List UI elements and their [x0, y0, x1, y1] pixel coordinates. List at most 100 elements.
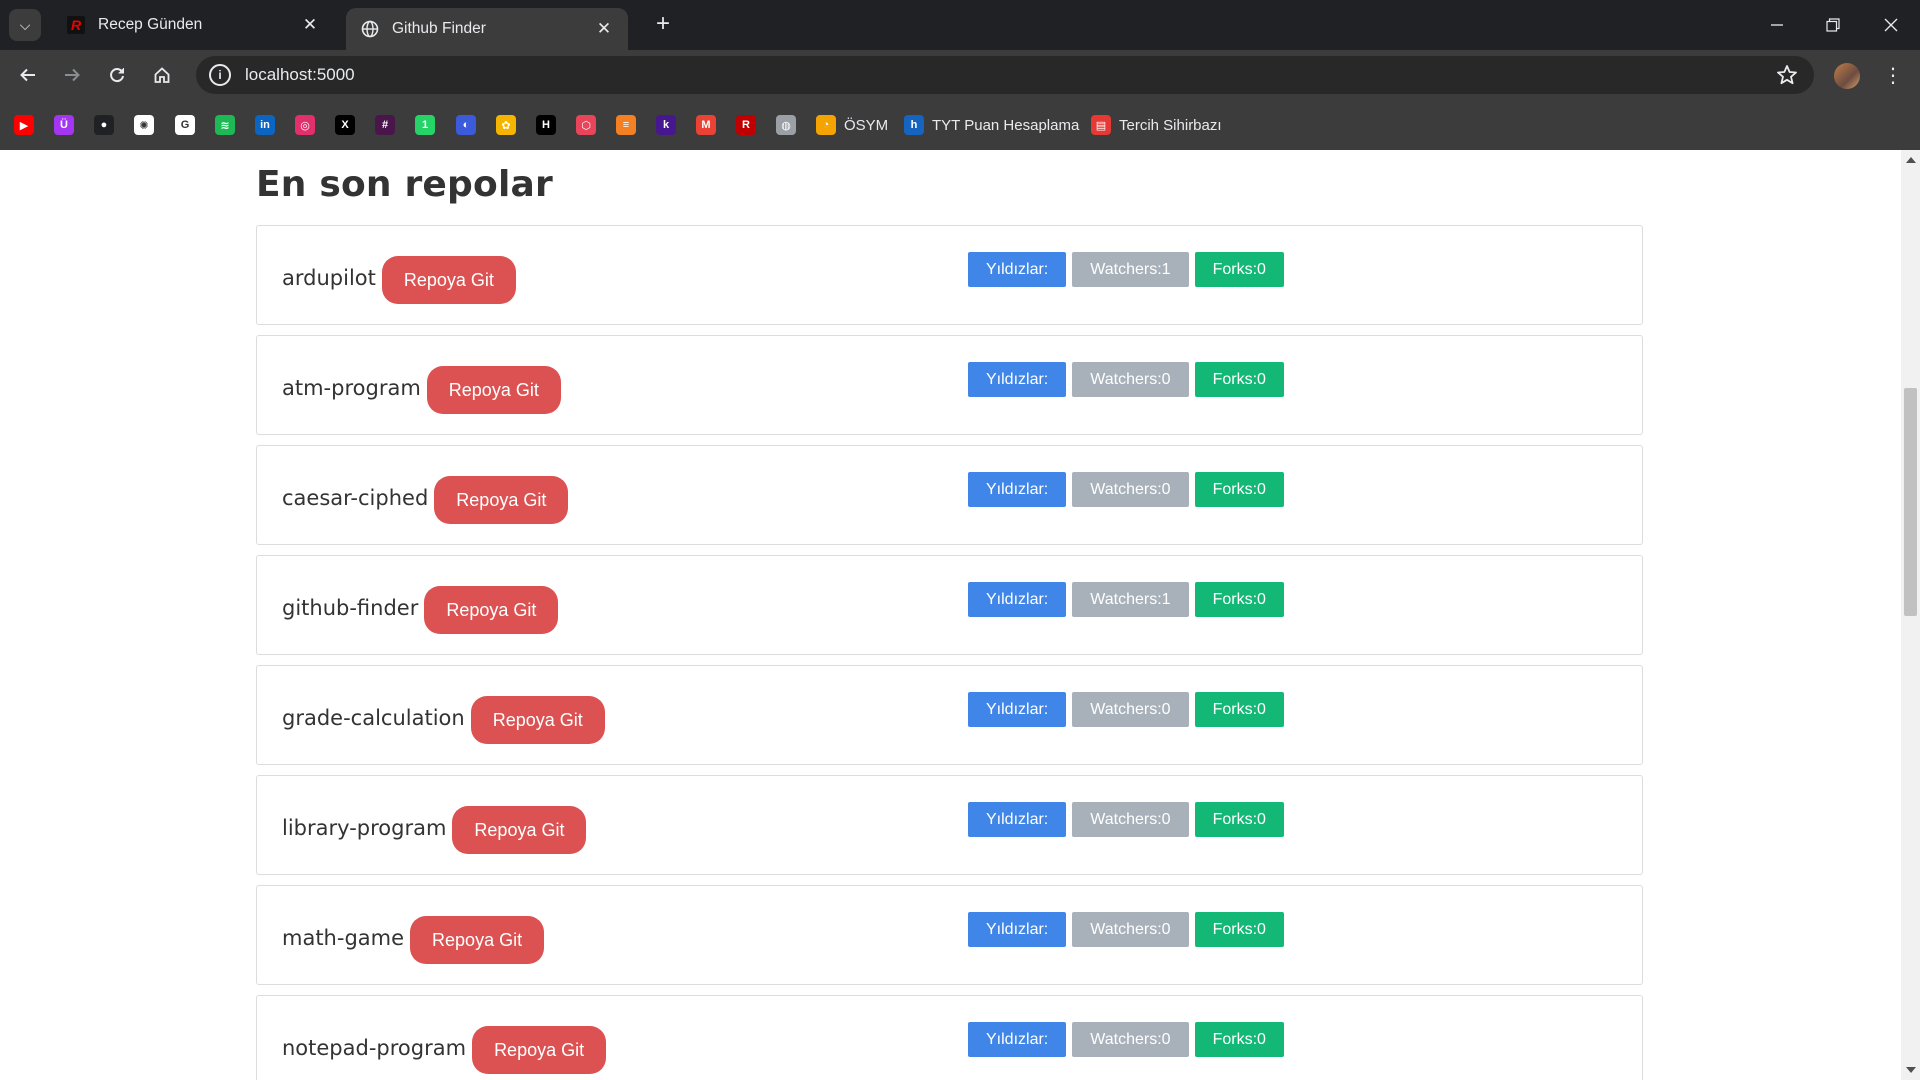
go-to-repo-button[interactable]: Repoya Git: [410, 916, 545, 964]
photos-icon: ✿: [496, 115, 516, 135]
go-to-repo-button[interactable]: Repoya Git: [424, 586, 559, 634]
go-to-repo-button[interactable]: Repoya Git: [470, 696, 605, 744]
go-to-repo-button[interactable]: Repoya Git: [472, 1026, 607, 1074]
repo-header: grade-calculation Repoya Git: [282, 692, 605, 744]
bookmark-whatsapp[interactable]: 1: [415, 115, 435, 135]
tab-strip: ⌵ R Recep Günden ✕ Github Finder ✕ +: [0, 0, 1920, 50]
repo-header: math-game Repoya Git: [282, 912, 545, 964]
repo-name: math-game: [282, 926, 405, 950]
bookmark-spotify[interactable]: ≋: [215, 115, 235, 135]
forks-badge: Forks:0: [1194, 472, 1284, 507]
forward-arrow-icon[interactable]: [57, 60, 87, 90]
repo-card: grade-calculation Repoya Git Yıldızlar: Wat…: [256, 665, 1643, 765]
google-icon: G: [175, 115, 195, 135]
youtube-icon: ▶: [14, 115, 34, 135]
bookmark-photos[interactable]: ✿: [496, 115, 516, 135]
bookmark-instagram[interactable]: ◎: [295, 115, 315, 135]
bookmark-osym[interactable]: ◔ ÖSYM: [816, 115, 888, 135]
repo-card: library-program Repoya Git Yıldızlar: Watch…: [256, 775, 1643, 875]
profile-avatar[interactable]: [1834, 63, 1860, 89]
bookmark-label: Tercih Sihirbazı: [1119, 116, 1222, 134]
repo-name: ardupilot: [282, 266, 376, 290]
bookmark-tyt[interactable]: h TYT Puan Hesaplama: [904, 115, 1079, 135]
codepen-icon: ⬡: [576, 115, 596, 135]
repo-stats: Yıldızlar: Watchers:1 Forks:0: [968, 252, 1290, 287]
tab-title: Github Finder: [392, 20, 486, 37]
minimize-icon[interactable]: [1762, 10, 1792, 40]
repo-name: notepad-program: [282, 1036, 467, 1060]
watchers-badge: Watchers:0: [1072, 472, 1189, 507]
tab-recep-gunden[interactable]: R Recep Günden ✕: [52, 8, 334, 42]
udemy-icon: Ü: [54, 115, 74, 135]
go-to-repo-button[interactable]: Repoya Git: [452, 806, 587, 854]
slack-icon: #: [375, 115, 395, 135]
stars-badge: Yıldızlar:: [968, 802, 1067, 837]
home-icon[interactable]: [147, 60, 177, 90]
repo-stats: Yıldızlar: Watchers:0 Forks:0: [968, 1022, 1290, 1057]
repo-card: atm-program Repoya Git Yıldızlar: Watchers:…: [256, 335, 1643, 435]
tercih-icon: ▤: [1091, 115, 1111, 135]
bookmark-globe[interactable]: ◍: [776, 115, 796, 135]
bookmark-gmail[interactable]: M: [696, 115, 716, 135]
scroll-up-arrow-icon[interactable]: [1906, 157, 1916, 163]
bookmark-star-icon[interactable]: [1776, 64, 1798, 86]
repo-stats: Yıldızlar: Watchers:0 Forks:0: [968, 472, 1290, 507]
globe-favicon-icon: [360, 19, 380, 39]
watchers-badge: Watchers:0: [1072, 802, 1189, 837]
watchers-badge: Watchers:0: [1072, 912, 1189, 947]
tab-github-finder[interactable]: Github Finder ✕: [346, 8, 628, 50]
forks-badge: Forks:0: [1194, 802, 1284, 837]
bookmark-chrome-extension[interactable]: ◐: [456, 115, 476, 135]
kahoot-icon: k: [656, 115, 676, 135]
repo-card: github-finder Repoya Git Yıldızlar: Watcher…: [256, 555, 1643, 655]
more-menu-icon[interactable]: ⋮: [1880, 62, 1906, 88]
new-tab-plus-icon[interactable]: +: [650, 12, 676, 38]
bookmark-tercih[interactable]: ▤ Tercih Sihirbazı: [1091, 115, 1222, 135]
bookmark-udemy[interactable]: Ü: [54, 115, 74, 135]
page-viewport: En son repolar ardupilot Repoya Git Yıldız…: [0, 150, 1901, 1080]
gmail-icon: M: [696, 115, 716, 135]
instagram-icon: ◎: [295, 115, 315, 135]
stars-badge: Yıldızlar:: [968, 1022, 1067, 1057]
repo-card: caesar-ciphed Repoya Git Yıldızlar: Watcher…: [256, 445, 1643, 545]
page-scrollbar[interactable]: [1901, 150, 1920, 1080]
address-bar[interactable]: i localhost:5000: [196, 56, 1814, 94]
bookmark-github[interactable]: ●: [94, 115, 114, 135]
bookmark-chatgpt[interactable]: ✺: [134, 115, 154, 135]
tyt-icon: h: [904, 115, 924, 135]
go-to-repo-button[interactable]: Repoya Git: [381, 256, 516, 304]
bookmark-google[interactable]: G: [175, 115, 195, 135]
bookmark-hackernoon[interactable]: H: [536, 115, 556, 135]
bookmark-stackoverflow[interactable]: ≡: [616, 115, 636, 135]
go-to-repo-button[interactable]: Repoya Git: [434, 476, 569, 524]
stars-badge: Yıldızlar:: [968, 692, 1067, 727]
stars-badge: Yıldızlar:: [968, 912, 1067, 947]
tab-search-button[interactable]: ⌵: [9, 9, 41, 41]
spotify-icon: ≋: [215, 115, 235, 135]
reload-icon[interactable]: [102, 60, 132, 90]
close-tab-icon[interactable]: ✕: [300, 15, 320, 35]
back-arrow-icon[interactable]: [13, 60, 43, 90]
bookmark-codepen[interactable]: ⬡: [576, 115, 596, 135]
go-to-repo-button[interactable]: Repoya Git: [426, 366, 561, 414]
forks-badge: Forks:0: [1194, 912, 1284, 947]
scroll-down-arrow-icon[interactable]: [1906, 1067, 1916, 1073]
bookmark-recep[interactable]: R: [736, 115, 756, 135]
bookmarks-bar: ▶ Ü ● ✺ G ≋ in ◎ X #1 ◐ ✿ H ⬡ ≡ k M R ◍ ◔ ÖSYM h TYT Puan Hesa…: [0, 100, 1920, 150]
bookmark-linkedin[interactable]: in: [255, 115, 275, 135]
site-info-icon[interactable]: i: [209, 64, 231, 86]
bookmark-youtube[interactable]: ▶: [14, 115, 34, 135]
url-text: localhost:5000: [245, 65, 355, 84]
restore-icon[interactable]: [1818, 10, 1848, 40]
chatgpt-icon: ✺: [134, 115, 154, 135]
bookmark-kahoot[interactable]: k: [656, 115, 676, 135]
repo-card: ardupilot Repoya Git Yıldızlar: Watchers:1 F…: [256, 225, 1643, 325]
repo-header: notepad-program Repoya Git: [282, 1022, 607, 1074]
close-window-icon[interactable]: [1876, 10, 1906, 40]
bookmark-slack[interactable]: #: [375, 115, 395, 135]
osym-icon: ◔: [816, 115, 836, 135]
bookmark-x[interactable]: X: [335, 115, 355, 135]
close-tab-icon[interactable]: ✕: [594, 19, 614, 39]
scrollbar-thumb[interactable]: [1904, 388, 1917, 616]
repo-card: math-game Repoya Git Yıldızlar: Watchers:0 F…: [256, 885, 1643, 985]
